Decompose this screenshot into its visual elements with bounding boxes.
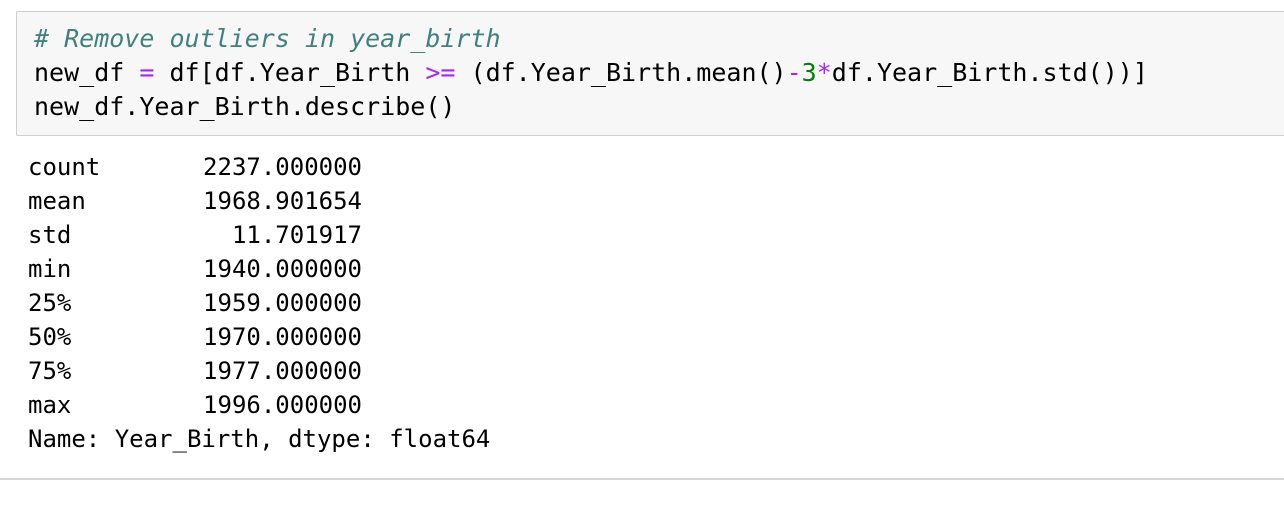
output-row-std: std 11.701917	[28, 218, 1268, 252]
code-filter-line: new_df = df[df.Year_Birth >= (df.Year_Bi…	[34, 56, 1148, 89]
code-token: df[df.Year_Birth	[154, 58, 426, 87]
code-token: (df.Year_Birth.mean()	[455, 58, 787, 87]
stat-value: 1970.000000	[203, 323, 362, 351]
stat-value: 1996.000000	[203, 391, 362, 419]
stat-value: 2237.000000	[203, 153, 362, 181]
stat-value: 1940.000000	[203, 255, 362, 283]
stat-value: 1968.901654	[203, 187, 362, 215]
stat-value: 1977.000000	[203, 357, 362, 385]
output-series-footer: Name: Year_Birth, dtype: float64	[28, 425, 491, 453]
output-row-50pct: 50% 1970.000000	[28, 320, 1268, 354]
output-row-mean: mean 1968.901654	[28, 184, 1268, 218]
output-row-max: max 1996.000000	[28, 388, 1268, 422]
code-comment: # Remove outliers in year_birth	[34, 24, 501, 53]
code-input-cell[interactable]: # Remove outliers in year_birth new_df =…	[16, 11, 1284, 136]
code-token: new_df	[34, 58, 140, 87]
code-operator-multiply: *	[816, 58, 832, 87]
output-row-count: count 2237.000000	[28, 150, 1268, 184]
output-row-min: min 1940.000000	[28, 252, 1268, 286]
output-row-75pct: 75% 1977.000000	[28, 354, 1268, 388]
stat-value: 1959.000000	[203, 289, 362, 317]
code-operator-minus: -	[786, 58, 802, 87]
code-number: 3	[801, 58, 817, 87]
code-describe-line: new_df.Year_Birth.describe()	[34, 92, 456, 121]
cell-output: count 2237.000000 mean 1968.901654 std 1…	[28, 150, 1268, 456]
code-operator-ge: >=	[425, 58, 456, 87]
code-token: df.Year_Birth.std())]	[831, 58, 1148, 87]
code-comment-line: # Remove outliers in year_birth	[34, 22, 501, 55]
code-operator-assign: =	[139, 58, 155, 87]
output-row-25pct: 25% 1959.000000	[28, 286, 1268, 320]
stat-value: 11.701917	[231, 221, 362, 249]
cell-divider	[0, 478, 1284, 480]
